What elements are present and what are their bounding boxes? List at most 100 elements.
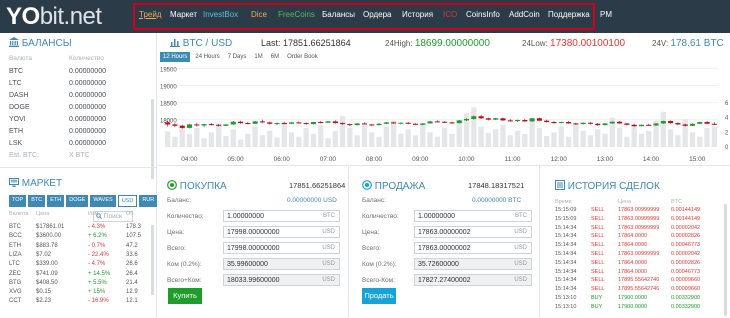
- nav-orders[interactable]: Ордера: [363, 10, 392, 19]
- volume-bar: [383, 126, 389, 147]
- nav-ico[interactable]: ICO: [443, 10, 457, 19]
- history-scrollbar[interactable]: [724, 204, 727, 316]
- market-row[interactable]: LTC $339.00 - 4.7% 26.6: [9, 261, 149, 270]
- chart-tab-1m[interactable]: 1M: [251, 52, 265, 62]
- volume-bar: [274, 137, 280, 147]
- sell-balance-value[interactable]: 0.00000000 BTC: [472, 197, 521, 204]
- balance-row[interactable]: DASH 0.00000000: [9, 92, 149, 103]
- market-change: + 14.5%: [88, 270, 111, 277]
- history-row: 15:15:09 SELL 17863.00999999 0.00144149: [548, 207, 718, 215]
- history-btc: 0.00002042: [671, 251, 701, 257]
- buy-total-input[interactable]: 17998.00000000 USD: [223, 242, 340, 254]
- nav-trade[interactable]: Трейд: [139, 10, 161, 19]
- buy-qty-value: 1.00000000: [227, 213, 264, 220]
- balances-col-amount: Количество: [69, 55, 104, 62]
- history-type: SELL: [591, 268, 605, 275]
- market-tab-waves[interactable]: WAVES: [90, 195, 116, 207]
- sell-price-input[interactable]: 17863.00000002 USD: [414, 226, 532, 238]
- sell-total-unit: USD: [514, 245, 527, 251]
- candle-body: [646, 124, 652, 126]
- candle-body: [471, 116, 477, 119]
- market-row[interactable]: BCC $3600.00 + 6.2% 107.5: [9, 233, 149, 242]
- market-row[interactable]: XVG $0.15 + 15% 12.9: [9, 289, 149, 298]
- candle-body: [369, 124, 375, 126]
- balance-row[interactable]: YOVI 0.00000000: [9, 116, 149, 127]
- history-price: 17895.55642746: [618, 286, 660, 293]
- market-row[interactable]: BTC $17861.01 - 4.3% 178.3: [9, 224, 149, 233]
- volume-bar: [660, 111, 666, 147]
- market-row[interactable]: ZEC $741.09 + 14.5% 26.4: [9, 271, 149, 280]
- candle-body: [347, 124, 353, 126]
- pair-quote[interactable]: USD: [211, 38, 232, 49]
- chart-tab-7-days[interactable]: 7 Days: [225, 52, 250, 62]
- volume-bar: [536, 127, 543, 147]
- last-label: Last:: [261, 38, 281, 48]
- buy-balance-value[interactable]: 0.00000000 USD: [287, 197, 337, 204]
- nav-dice[interactable]: Dice: [251, 10, 267, 19]
- market-tab-eth[interactable]: ETH: [47, 195, 65, 207]
- balance-row[interactable]: BTC 0.00000000: [9, 68, 149, 79]
- nav-pm[interactable]: PM: [600, 10, 612, 19]
- market-col-volume: Об.: [126, 211, 135, 217]
- history-row: 15:14:34 SELL 17863.00999999 0.00002042: [548, 251, 718, 259]
- volume-bar: [434, 136, 440, 147]
- market-row[interactable]: LIZA $7.02 - 22.4% 33.6: [9, 252, 149, 261]
- x-tick-label: 06:00: [274, 156, 291, 163]
- market-row[interactable]: ETH $883.78 - 0.7% 47.2: [9, 243, 149, 252]
- volume-bar: [573, 123, 579, 147]
- left-column: БАЛАНСЫ Валюта Количество BTC 0.00000000 L…: [0, 33, 158, 318]
- candle-body: [325, 121, 331, 123]
- chart-tab-6m[interactable]: 6M: [268, 52, 282, 62]
- sell-total-input[interactable]: 17863.00000002 USD: [414, 242, 532, 254]
- sell-qty-input[interactable]: 1.00000000 BTC: [414, 210, 532, 222]
- market-tab-rur[interactable]: RUR: [139, 195, 158, 207]
- nav-investbox[interactable]: InvestBox: [203, 10, 238, 19]
- sell-panel: ПРОДАЖА 17848.18317521 Баланс: 0.0000000…: [350, 165, 540, 318]
- market-tab-usd[interactable]: USD: [117, 195, 138, 207]
- nav-balances[interactable]: Балансы: [322, 10, 355, 19]
- balance-currency: DASH: [9, 92, 29, 99]
- buy-qty-input[interactable]: 1.00000000 BTC: [223, 210, 340, 222]
- balance-row[interactable]: LSK 0.00000000: [9, 140, 149, 151]
- market-currency: LIZA: [9, 251, 22, 258]
- history-type: SELL: [591, 242, 605, 249]
- balance-row[interactable]: ETH 0.00000000: [9, 128, 149, 139]
- volume-bar: [507, 135, 513, 147]
- nav-freecoins[interactable]: FreeCoins: [278, 10, 315, 19]
- market-currency: LTC: [9, 261, 20, 268]
- logo[interactable]: YObit.net: [6, 3, 102, 31]
- chart-tab-order-book[interactable]: Order Book: [284, 52, 321, 62]
- balance-row[interactable]: LTC 0.00000000: [9, 80, 149, 91]
- nav-coinsinfo[interactable]: CoinsInfo: [466, 10, 500, 19]
- volume-bar: [325, 138, 331, 147]
- volume-bar: [405, 129, 411, 147]
- market-price: $339.00: [36, 261, 58, 268]
- buy-price-input[interactable]: 17998.00000000 USD: [223, 226, 340, 238]
- market-tab-btc[interactable]: BTC: [28, 195, 46, 207]
- price-chart[interactable]: 19500190001850018000642004:00 05:00 06:00 0…: [158, 63, 730, 163]
- market-volume: 12.1: [126, 298, 138, 305]
- market-tab-doge[interactable]: DOGE: [66, 195, 89, 207]
- balance-currency: LTC: [9, 80, 22, 87]
- market-row[interactable]: CCT $2.23 - 16.9% 12.1: [9, 298, 149, 307]
- market-tab-top[interactable]: TOP: [9, 195, 27, 207]
- chart-tab-24-hours[interactable]: 24 Hours: [192, 52, 222, 62]
- market-scrollbar[interactable]: [151, 225, 154, 295]
- pair-base[interactable]: BTC: [183, 38, 203, 49]
- market-row[interactable]: BTG $408.50 + 5.5% 21.4: [9, 280, 149, 289]
- chart-tab-12-hours[interactable]: 12 Hours: [160, 52, 191, 62]
- buy-qty-label: Количество:: [167, 213, 204, 220]
- nav-support[interactable]: Поддержка: [548, 10, 590, 19]
- buy-button[interactable]: Купить: [168, 288, 202, 304]
- sell-button[interactable]: Продать: [362, 288, 396, 304]
- nav-addcoin[interactable]: AddCoin: [509, 10, 540, 19]
- nav-market[interactable]: Маркет: [170, 10, 197, 19]
- nav-history[interactable]: История: [402, 10, 433, 19]
- history-type: SELL: [591, 233, 605, 240]
- balance-row[interactable]: DOGE 0.00000000: [9, 104, 149, 115]
- top-navbar: YObit.net Трейд Маркет InvestBox Dice Fr…: [0, 0, 730, 33]
- balance-amount: 0.00000000: [69, 68, 106, 75]
- history-col-time: Время: [555, 199, 572, 205]
- history-price: 17863.00999999: [618, 251, 660, 257]
- candle-body: [631, 124, 637, 127]
